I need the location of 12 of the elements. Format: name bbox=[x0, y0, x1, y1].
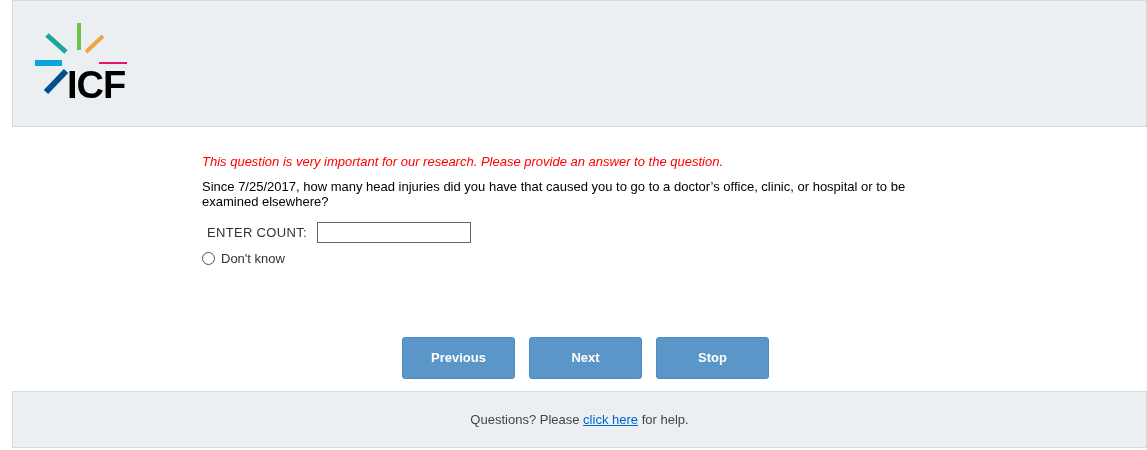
validation-message: This question is very important for our research. Please provide an answer to the question. bbox=[202, 154, 724, 169]
count-label: ENTER COUNT: bbox=[207, 223, 307, 242]
count-input-field[interactable] bbox=[316, 222, 471, 243]
logo-text: ICF bbox=[67, 66, 126, 104]
question-text: Since 7/25/2017, how many head injuries did you have that caused you to go to a doctor’s office, clinic, or hospital or to be examined elsewhere? bbox=[202, 179, 907, 209]
nav-button[interactable]: Next bbox=[529, 337, 642, 379]
radio-button[interactable] bbox=[202, 252, 215, 266]
option-label[interactable]: Don't know bbox=[221, 249, 285, 269]
nav-button[interactable]: Stop bbox=[656, 337, 769, 379]
help-text: Questions? Please click here for help. bbox=[470, 410, 689, 429]
help-link[interactable]: click here bbox=[583, 411, 639, 427]
nav-button[interactable]: Previous bbox=[402, 337, 515, 379]
